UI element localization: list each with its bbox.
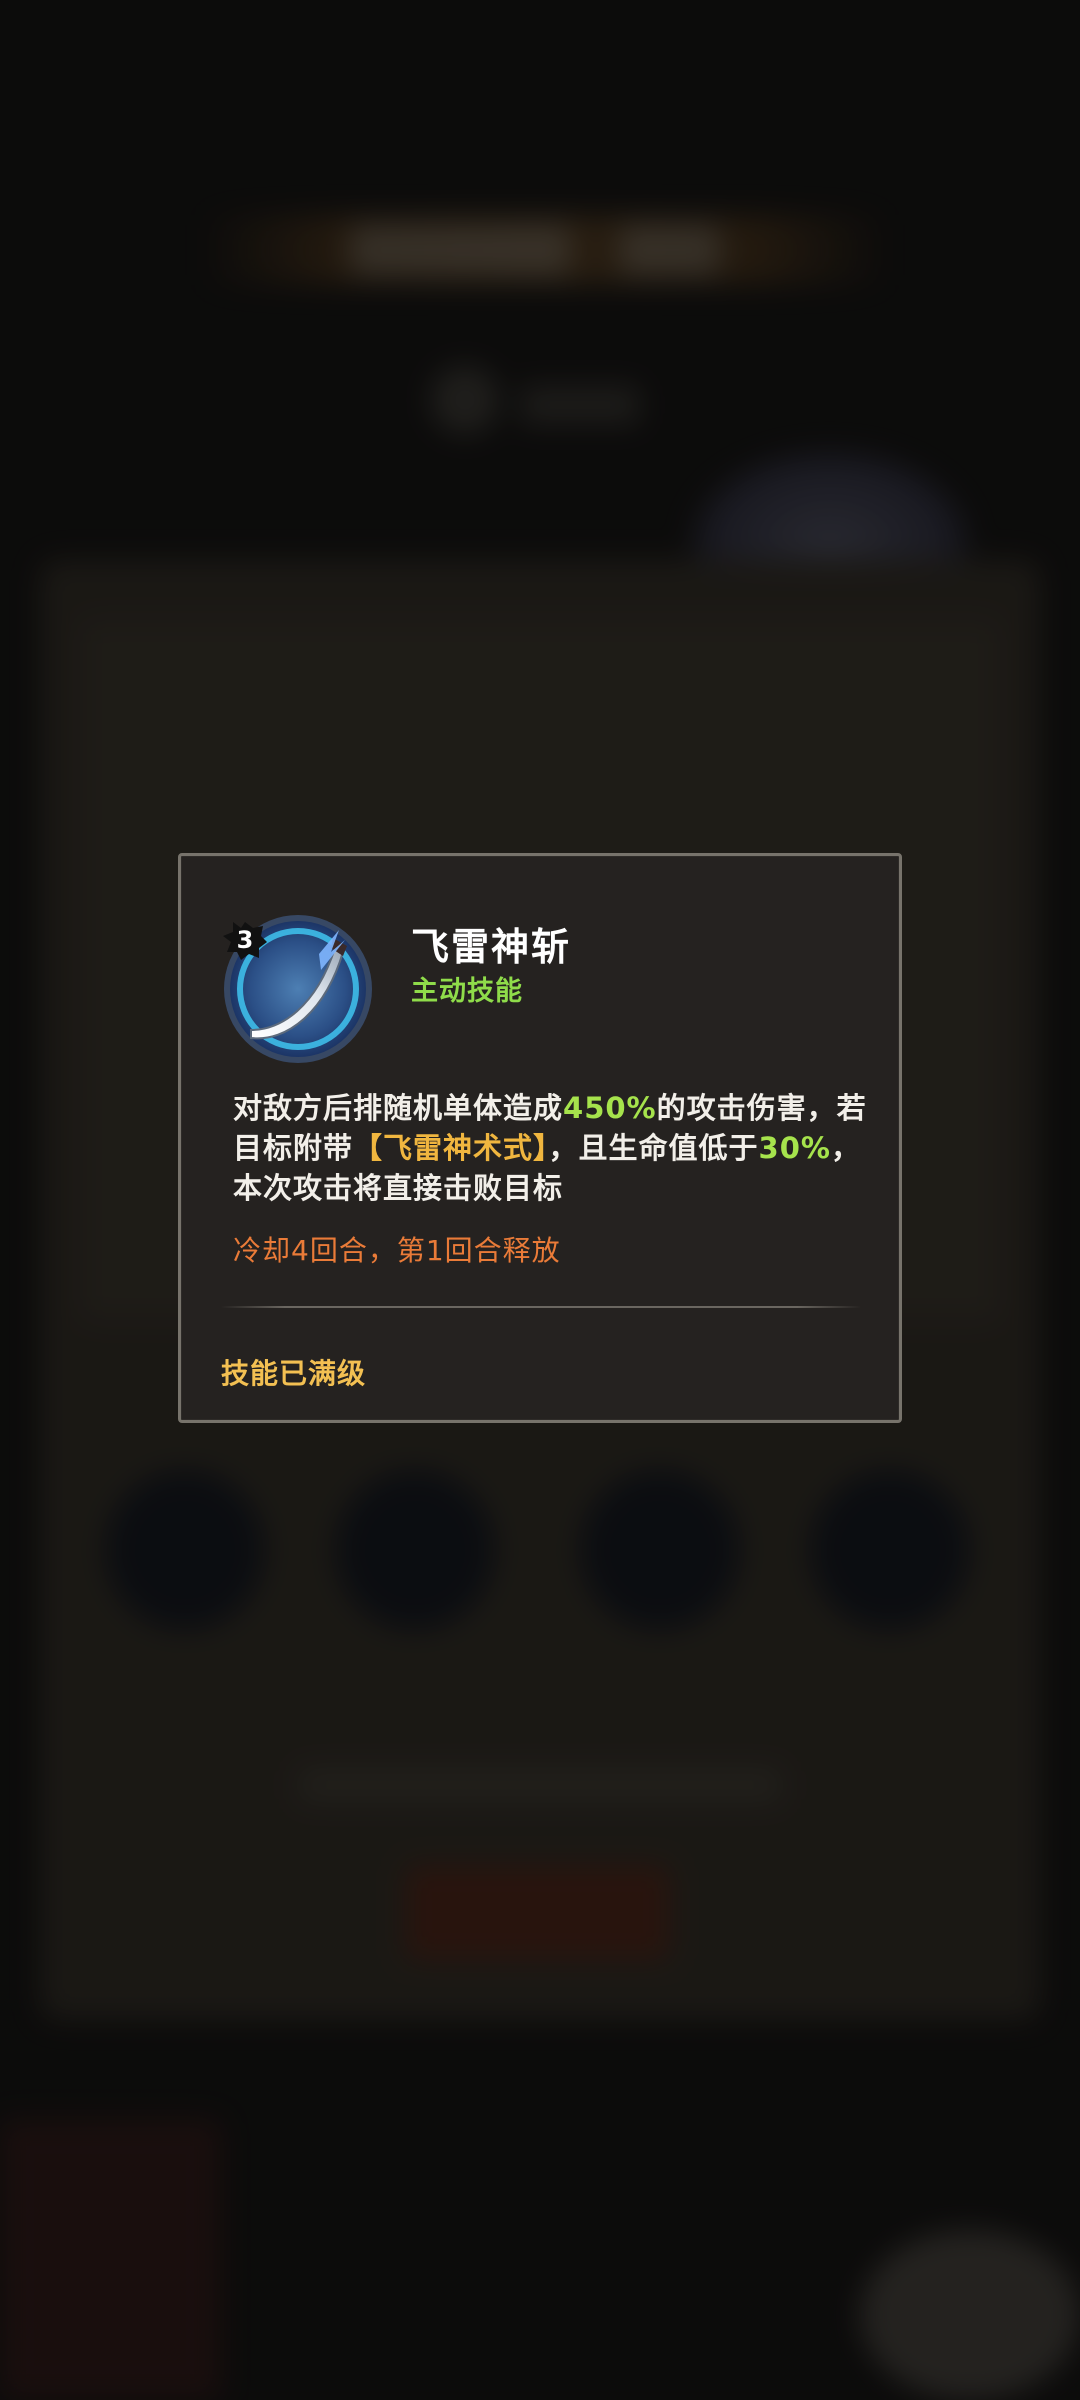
skill-level-badge: 3 xyxy=(223,920,267,960)
damage-value: 450% xyxy=(563,1091,657,1125)
skill-cooldown: 冷却4回合，第1回合释放 xyxy=(233,1234,561,1267)
desc-text: 对敌方后排随机单体造成 xyxy=(233,1091,564,1125)
desc-text: ，且生命值低于 xyxy=(548,1131,759,1165)
skill-level-status: 技能已满级 xyxy=(221,1357,367,1390)
divider xyxy=(221,1306,861,1308)
skill-name: 飞雷神斩 xyxy=(411,924,572,969)
skill-description: 对敌方后排随机单体造成450%的攻击伤害，若目标附带【飞雷神术式】，且生命值低于… xyxy=(233,1088,873,1208)
skill-level: 3 xyxy=(236,926,254,954)
skill-type: 主动技能 xyxy=(411,976,523,1007)
game-screen: 3 飞雷神斩 主动技能 对敌方后排随机单体造成450%的攻击伤害，若目标附带【飞… xyxy=(0,0,1080,2400)
skill-tooltip: 3 飞雷神斩 主动技能 对敌方后排随机单体造成450%的攻击伤害，若目标附带【飞… xyxy=(178,853,902,1423)
hp-threshold-value: 30% xyxy=(758,1131,831,1165)
mark-name: 【飞雷神术式】 xyxy=(353,1131,549,1165)
